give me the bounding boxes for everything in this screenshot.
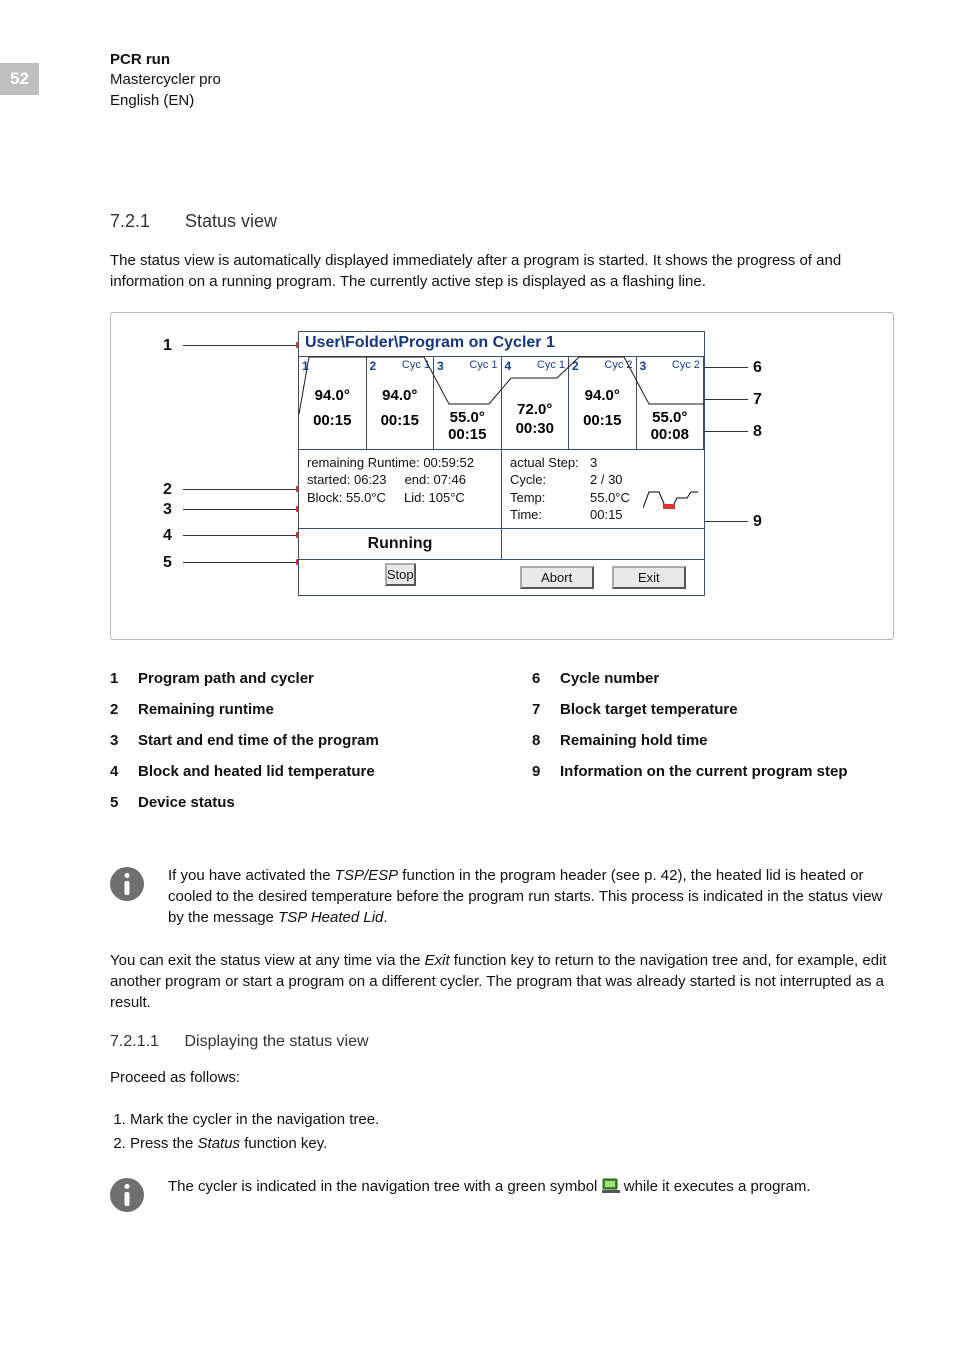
info-note-green-symbol: The cycler is indicated in the navigatio… xyxy=(110,1176,894,1212)
mini-profile-icon xyxy=(643,486,698,514)
info-right: actual Step:3 Cycle:2 / 30 Temp:55.0°C T… xyxy=(502,450,704,528)
exit-paragraph: You can exit the status view at any time… xyxy=(110,950,894,1013)
header-line3: English (EN) xyxy=(110,91,894,111)
callout-3: 3 xyxy=(163,501,172,519)
section-number: 7.2.1 xyxy=(110,211,180,232)
step-cell-5: 2 Cyc 2 94.0° 00:15 xyxy=(569,357,637,449)
proceed-label: Proceed as follows: xyxy=(110,1067,894,1088)
step-cell-3: 3 Cyc 1 55.0° 00:15 xyxy=(434,357,502,449)
callout-5: 5 xyxy=(163,554,172,572)
step-2: Press the Status function key. xyxy=(130,1132,894,1156)
step-1: Mark the cycler in the navigation tree. xyxy=(130,1108,894,1132)
remaining-runtime: remaining Runtime: 00:59:52 xyxy=(307,454,493,472)
legend-9: Information on the current program step xyxy=(560,763,848,780)
section-title: Status view xyxy=(185,211,277,231)
callout-6: 6 xyxy=(753,359,762,377)
device-status: Running xyxy=(299,529,501,559)
callout-9: 9 xyxy=(753,513,762,531)
callout-2: 2 xyxy=(163,481,172,499)
end-time: end: 07:46 xyxy=(405,472,466,487)
callout-1: 1 xyxy=(163,337,172,355)
header-line1: PCR run xyxy=(110,50,894,70)
subsection-number: 7.2.1.1 xyxy=(110,1033,180,1051)
step-cell-2: 2 Cyc 1 94.0° 00:15 xyxy=(367,357,435,449)
exit-button[interactable]: Exit xyxy=(612,566,686,589)
info-icon xyxy=(110,867,144,901)
figure-legend: 1Program path and cycler 2Remaining runt… xyxy=(110,670,894,825)
page-number: 52 xyxy=(0,63,39,95)
program-steps-row: 1 94.0° 00:15 2 Cyc 1 94.0° 00:15 3 xyxy=(299,357,704,450)
block-temp: Block: 55.0°C xyxy=(307,490,386,505)
section-heading: 7.2.1 Status view xyxy=(110,211,894,232)
info-left: remaining Runtime: 00:59:52 started: 06:… xyxy=(299,450,502,528)
callout-4: 4 xyxy=(163,527,172,545)
callout-7: 7 xyxy=(753,391,762,409)
program-path-title: User\Folder\Program on Cycler 1 xyxy=(299,332,704,357)
step-cell-4: 4 Cyc 1 72.0° 00:30 xyxy=(502,357,570,449)
legend-2: Remaining runtime xyxy=(138,701,274,718)
subsection-heading: 7.2.1.1 Displaying the status view xyxy=(110,1033,894,1051)
info-row: remaining Runtime: 00:59:52 started: 06:… xyxy=(299,450,704,529)
subsection-title: Displaying the status view xyxy=(184,1033,368,1050)
callout-8: 8 xyxy=(753,423,762,441)
legend-7: Block target temperature xyxy=(560,701,738,718)
device-screen: User\Folder\Program on Cycler 1 1 94.0° … xyxy=(298,331,705,596)
step-cell-6: 3 Cyc 2 55.0° 00:08 xyxy=(637,357,705,449)
legend-6: Cycle number xyxy=(560,670,659,687)
intro-paragraph: The status view is automatically display… xyxy=(110,250,894,292)
step-cell-1: 1 94.0° 00:15 xyxy=(299,357,367,449)
status-row: Running xyxy=(299,529,704,560)
legend-1: Program path and cycler xyxy=(138,670,314,687)
legend-3: Start and end time of the program xyxy=(138,732,379,749)
legend-8: Remaining hold time xyxy=(560,732,708,749)
legend-5: Device status xyxy=(138,794,235,811)
device-button-row: Stop Abort Exit xyxy=(299,560,704,595)
running-header: PCR run Mastercycler pro English (EN) xyxy=(110,50,894,111)
lid-temp: Lid: 105°C xyxy=(404,490,465,505)
status-view-figure: 1 2 3 4 5 6 7 8 9 xyxy=(110,312,894,640)
info-note-tsp: If you have activated the TSP/ESP functi… xyxy=(110,865,894,928)
abort-button[interactable]: Abort xyxy=(520,566,594,589)
stop-button[interactable]: Stop xyxy=(385,563,416,586)
header-line2: Mastercycler pro xyxy=(110,70,894,90)
procedure-steps: Mark the cycler in the navigation tree. … xyxy=(110,1108,894,1156)
start-time: started: 06:23 xyxy=(307,472,387,487)
legend-4: Block and heated lid temperature xyxy=(138,763,375,780)
info-icon xyxy=(110,1178,144,1212)
cycler-running-icon xyxy=(602,1178,620,1194)
